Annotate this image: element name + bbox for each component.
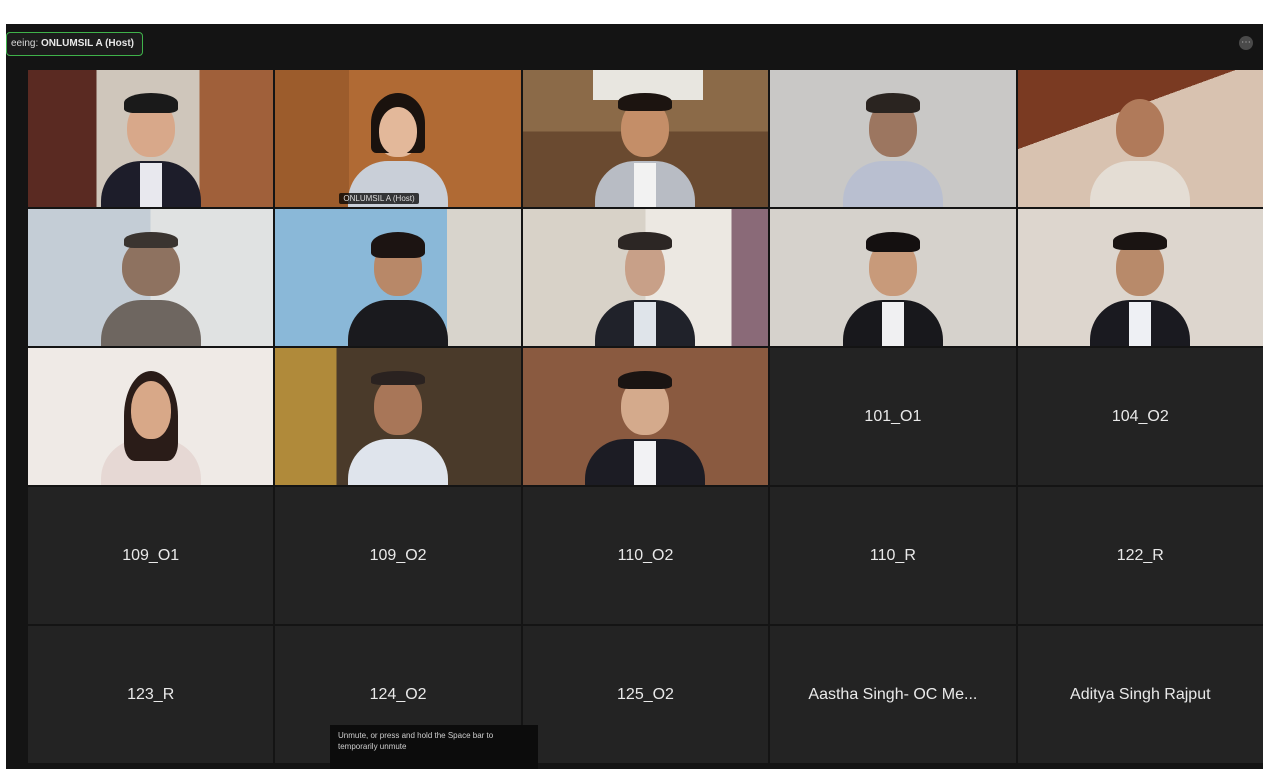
participant-video [1090,228,1191,346]
participant-tile[interactable]: 110_R [770,487,1016,624]
participant-name: 125_O2 [617,685,674,703]
video-tile[interactable] [1017,70,1263,207]
participant-video [595,228,696,346]
participant-name: 123_R [127,685,175,703]
video-tile[interactable] [1017,209,1263,346]
participant-video [1090,89,1191,207]
participant-video [348,89,449,207]
participant-tile[interactable]: 110_O2 [522,487,769,624]
participant-tile[interactable]: Aastha Singh- OC Me... [770,626,1016,763]
viewing-prefix: eeing [11,38,36,49]
participant-video [100,367,201,485]
participant-tile[interactable]: 109_O2 [275,487,521,624]
participant-video [842,89,943,207]
meeting-window: eeing: ONLUMSIL A (Host) ⋯ ONLUMSIL A (H… [6,24,1263,769]
participant-name: 122_R [1116,546,1164,564]
video-tile[interactable] [28,70,274,207]
participant-video [100,89,201,207]
participant-tile[interactable]: 109_O1 [28,487,274,624]
participant-video [842,228,943,346]
participant-video [585,367,706,485]
participant-name: Aditya Singh Rajput [1070,685,1211,703]
participant-name: 110_O2 [617,546,674,564]
video-tile[interactable] [770,70,1016,207]
video-tile[interactable] [770,209,1016,346]
participant-tile[interactable]: 101_O1 [770,348,1016,485]
participant-video [348,367,449,485]
participant-name-tag: ONLUMSIL A (Host) [339,193,419,204]
participant-name: 124_O2 [369,685,427,703]
participant-name: 110_R [869,546,916,564]
video-tile-host[interactable]: ONLUMSIL A (Host) [275,70,521,207]
participant-grid: ONLUMSIL A (Host) 101_O1 104_O2 109_O1 1… [28,70,1263,766]
participant-tile[interactable]: Aditya Singh Rajput [1017,626,1263,763]
participant-tile[interactable]: 125_O2 [522,626,769,763]
video-tile[interactable] [28,209,274,346]
participant-name: Aastha Singh- OC Me... [808,685,978,703]
viewing-name: ONLUMSIL A (Host) [41,38,134,49]
participant-video [348,228,449,346]
participant-video [100,228,201,346]
video-tile[interactable] [275,348,521,485]
participant-tile[interactable]: 104_O2 [1017,348,1263,485]
participant-name: 109_O1 [122,546,180,564]
participant-tile[interactable]: 123_R [28,626,274,763]
participant-name: 101_O1 [864,407,922,425]
speaker-view-pill[interactable]: eeing: ONLUMSIL A (Host) [6,32,143,56]
video-tile[interactable] [275,209,521,346]
video-tile[interactable] [522,70,769,207]
participant-name: 109_O2 [369,546,427,564]
ellipsis-icon[interactable]: ⋯ [1239,36,1253,50]
video-tile[interactable] [522,348,769,485]
participant-video [595,89,696,207]
participant-tile[interactable]: 122_R [1017,487,1263,624]
video-tile[interactable] [28,348,274,485]
unmute-tooltip: Unmute, or press and hold the Space bar … [330,725,538,769]
participant-name: 104_O2 [1111,407,1169,425]
video-tile[interactable] [522,209,769,346]
